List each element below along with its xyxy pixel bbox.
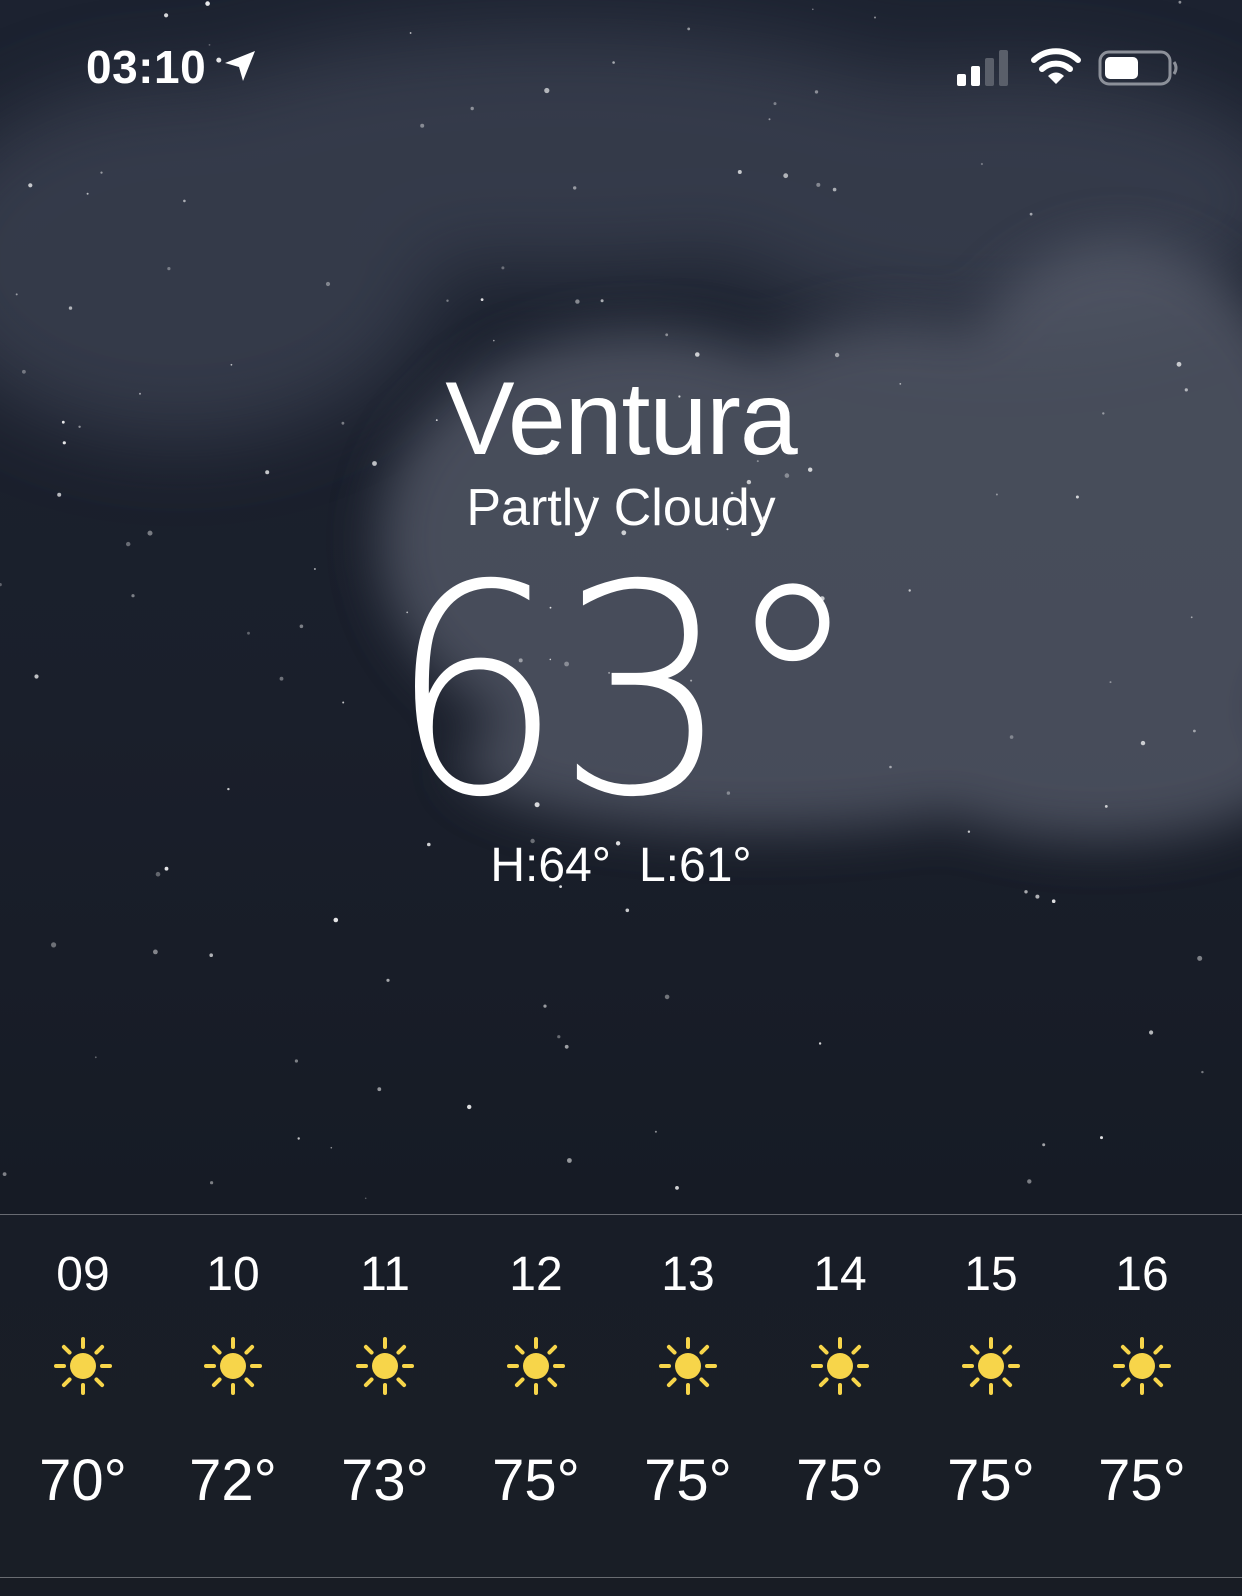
city-name: Ventura bbox=[445, 361, 798, 477]
hour-label: 14 bbox=[813, 1248, 867, 1301]
sun-icon bbox=[507, 1337, 565, 1395]
high-low-temperatures: H:64° L:61° bbox=[0, 838, 1242, 893]
hour-temperature: 70° bbox=[39, 1448, 127, 1513]
hour-temperature: 75° bbox=[492, 1448, 580, 1513]
hourly-forecast[interactable]: 09 70° 10 72° 11 73° 12 75° 13 75° 14 75° 15 75° 16 75° bbox=[0, 1214, 1242, 1578]
hour-label: 13 bbox=[661, 1248, 715, 1301]
battery-icon bbox=[1098, 50, 1178, 86]
hourly-forecast-item: 10 72° bbox=[158, 1215, 308, 1577]
hour-label: 10 bbox=[206, 1248, 260, 1301]
hourly-forecast-item: 14 75° bbox=[765, 1215, 915, 1577]
hour-temperature: 75° bbox=[796, 1448, 884, 1513]
wifi-icon bbox=[1031, 48, 1081, 84]
low-temperature: L:61° bbox=[638, 839, 752, 892]
current-temperature: 63° bbox=[388, 524, 861, 861]
hourly-forecast-item: 11 73° bbox=[310, 1215, 460, 1577]
sun-icon bbox=[811, 1337, 869, 1395]
hourly-forecast-item: 12 75° bbox=[461, 1215, 611, 1577]
sun-icon bbox=[54, 1337, 112, 1395]
hour-temperature: 75° bbox=[1098, 1448, 1186, 1513]
hour-temperature: 75° bbox=[947, 1448, 1035, 1513]
hourly-forecast-item: 09 70° bbox=[8, 1215, 158, 1577]
status-time: 03:10 bbox=[86, 41, 207, 93]
hour-label: 09 bbox=[56, 1248, 110, 1301]
hour-label: 16 bbox=[1115, 1248, 1169, 1301]
sun-icon bbox=[204, 1337, 262, 1395]
sun-icon bbox=[659, 1337, 717, 1395]
hour-label: 12 bbox=[509, 1248, 563, 1301]
hour-temperature: 72° bbox=[189, 1448, 277, 1513]
sun-icon bbox=[1113, 1337, 1171, 1395]
hourly-forecast-item: 16 75° bbox=[1067, 1215, 1217, 1577]
high-temperature: H:64° bbox=[490, 839, 611, 892]
sun-icon bbox=[356, 1337, 414, 1395]
sun-icon bbox=[962, 1337, 1020, 1395]
hour-label: 15 bbox=[964, 1248, 1018, 1301]
location-arrow-icon bbox=[225, 51, 255, 81]
hour-label: 11 bbox=[360, 1248, 410, 1301]
hour-temperature: 75° bbox=[644, 1448, 732, 1513]
hourly-forecast-item: 13 75° bbox=[613, 1215, 763, 1577]
cellular-signal-icon bbox=[957, 50, 1008, 86]
hourly-forecast-item: 15 75° bbox=[916, 1215, 1066, 1577]
status-bar: 03:10 bbox=[0, 0, 1242, 140]
hour-temperature: 73° bbox=[341, 1448, 429, 1513]
